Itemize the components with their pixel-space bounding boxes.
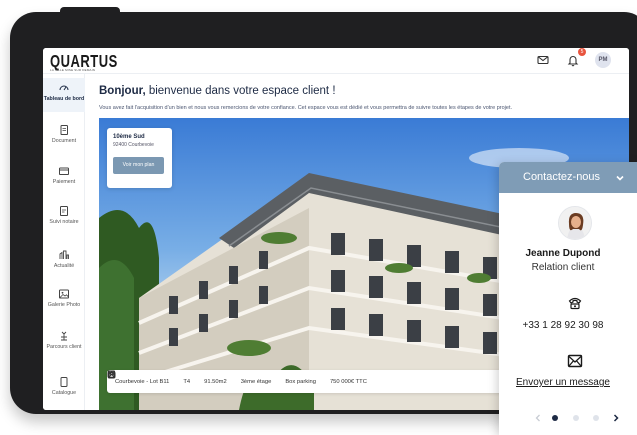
brand-tagline: LA VILLE MISE SUR DEMAIN xyxy=(50,68,96,72)
greeting-strong: Bonjour, xyxy=(99,85,146,97)
bell-icon[interactable]: 5 xyxy=(565,48,586,68)
journey-icon xyxy=(61,331,67,341)
chevron-right-icon[interactable] xyxy=(611,413,621,423)
greeting-rest: bienvenue dans votre espace client ! xyxy=(145,85,336,97)
detail-area: 91.50m2 xyxy=(107,370,227,385)
chevron-down-icon[interactable] xyxy=(615,173,625,183)
page-title: Bonjour, bienvenue dans votre espace cli… xyxy=(99,85,336,97)
detail-price: 750 000€ TTC xyxy=(107,371,367,385)
detail-text: Courbevoie - Lot B11 xyxy=(115,378,170,385)
notification-badge: 5 xyxy=(578,48,586,56)
property-card: 10ème Sud 92400 Courbevoie Voir mon plan xyxy=(107,128,172,188)
sidebar-item-label: Catalogue xyxy=(51,390,77,396)
sidebar-item-payment[interactable]: Paiement xyxy=(43,165,85,186)
advisor-avatar xyxy=(558,206,592,240)
envelope-icon[interactable] xyxy=(567,354,583,368)
user-avatar[interactable]: PM xyxy=(595,52,611,68)
mail-icon[interactable] xyxy=(535,52,551,68)
detail-parking: Box parking xyxy=(107,370,316,385)
sidebar-item-notary[interactable]: Suivi notaire xyxy=(43,205,85,226)
intro-text: Vous avez fait l'acquisition d'un bien e… xyxy=(99,105,513,111)
detail-text: T4 xyxy=(183,378,191,385)
notary-icon xyxy=(60,206,68,216)
sidebar-item-dashboard[interactable]: Tableau de bord xyxy=(43,78,85,112)
detail-text: 91.50m2 xyxy=(204,378,227,385)
news-icon xyxy=(59,250,69,259)
chevron-left-icon[interactable] xyxy=(533,413,543,423)
top-bar-actions: 5 PM xyxy=(535,48,611,68)
advisor-phone[interactable]: +33 1 28 92 30 98 xyxy=(499,320,637,331)
price-icon xyxy=(107,371,116,378)
sidebar-item-document[interactable]: Document xyxy=(43,124,85,145)
catalog-icon xyxy=(60,377,68,387)
pager-dot[interactable] xyxy=(552,415,558,421)
sidebar-item-journey[interactable]: Parcours client xyxy=(43,330,85,351)
detail-lot: Courbevoie - Lot B11 xyxy=(108,370,170,385)
page: QUARTUS LA VILLE MISE SUR DEMAIN 5 PM Ta… xyxy=(0,0,637,435)
sidebar-item-label: Suivi notaire xyxy=(49,219,79,225)
phone-icon[interactable] xyxy=(567,295,583,311)
advisor-portrait xyxy=(559,207,591,239)
detail-floor: 3ème étage xyxy=(107,370,272,385)
sidebar-item-label: Actualité xyxy=(53,263,75,269)
payment-icon xyxy=(59,167,69,175)
detail-text: Box parking xyxy=(285,378,316,385)
detail-text: 750 000€ TTC xyxy=(329,378,367,385)
contact-panel-title: Contactez-nous xyxy=(523,171,601,183)
contact-panel: Contactez-nous Jeanne Dupond Relation cl… xyxy=(499,162,637,435)
advisor-name: Jeanne Dupond xyxy=(525,248,601,259)
sidebar-item-label: Paiement xyxy=(52,179,76,185)
advisor-pager xyxy=(533,412,623,424)
detail-type: T4 xyxy=(108,371,191,385)
dashboard-icon xyxy=(59,85,69,91)
contact-panel-header[interactable]: Contactez-nous xyxy=(499,162,637,193)
property-name: 10ème Sud xyxy=(113,134,145,140)
sidebar-item-news[interactable]: Actualité xyxy=(43,249,85,270)
sidebar-item-catalog[interactable]: Catalogue xyxy=(43,376,85,397)
sidebar-item-gallery[interactable]: Galerie Photo xyxy=(43,288,85,309)
sidebar-item-label: Tableau de bord xyxy=(43,96,85,102)
detail-text: 3ème étage xyxy=(240,378,272,385)
sidebar-item-label: Parcours client xyxy=(46,344,82,350)
gallery-icon xyxy=(59,289,69,299)
pager-dot[interactable] xyxy=(593,415,599,421)
property-city: 92400 Courbevoie xyxy=(113,142,154,148)
top-bar: QUARTUS LA VILLE MISE SUR DEMAIN 5 PM xyxy=(43,48,629,74)
advisor-role: Relation client xyxy=(531,262,595,273)
sidebar: Tableau de bord Document Paiement Suivi … xyxy=(43,74,85,410)
tablet-camera-bump xyxy=(60,7,120,15)
send-message-link[interactable]: Envoyer un message xyxy=(499,377,637,388)
sidebar-item-label: Galerie Photo xyxy=(47,302,81,308)
pager-dot[interactable] xyxy=(573,415,579,421)
sidebar-item-label: Document xyxy=(51,138,77,144)
view-plan-button[interactable]: Voir mon plan xyxy=(113,157,164,174)
document-icon xyxy=(60,125,68,135)
